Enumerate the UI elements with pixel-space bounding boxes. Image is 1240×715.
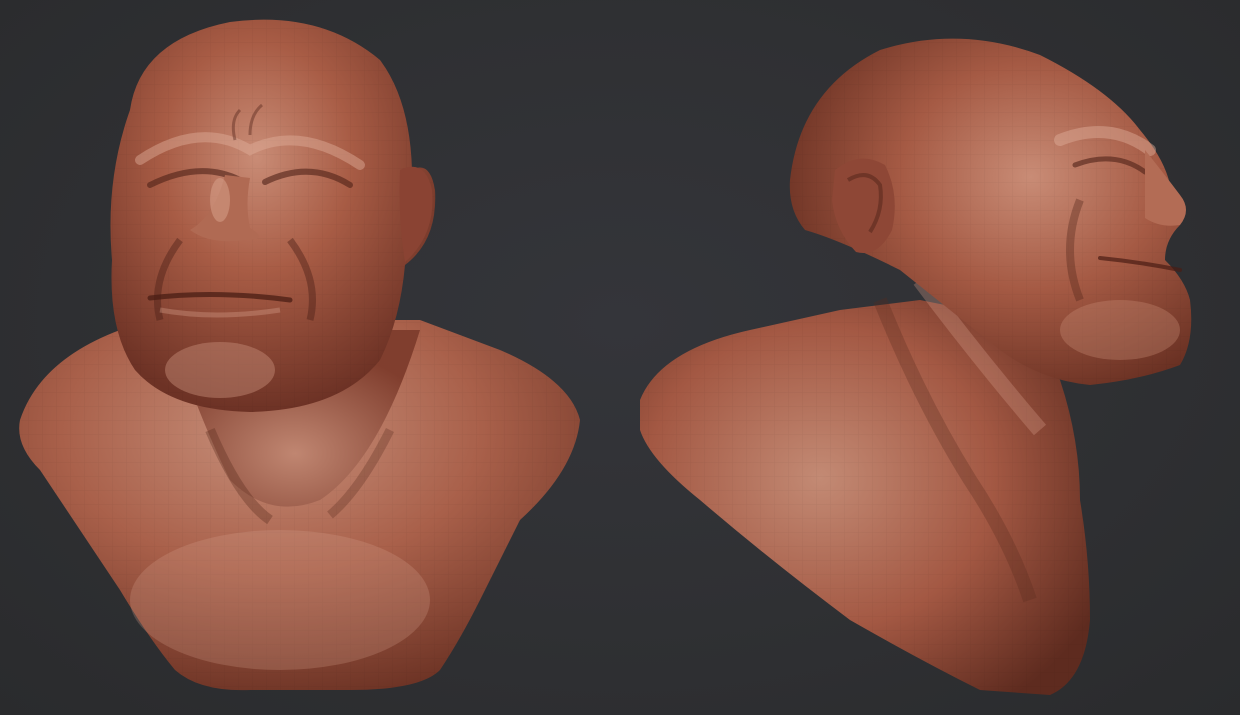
bust-front-view[interactable] — [0, 0, 600, 715]
bust-side-view[interactable] — [620, 0, 1240, 715]
bust-front-render — [19, 19, 580, 691]
bust-side-render — [640, 38, 1192, 695]
bust-side-nose — [1145, 150, 1186, 226]
sculpt-viewport[interactable] — [0, 0, 1240, 715]
bust-front-ear — [399, 166, 433, 262]
